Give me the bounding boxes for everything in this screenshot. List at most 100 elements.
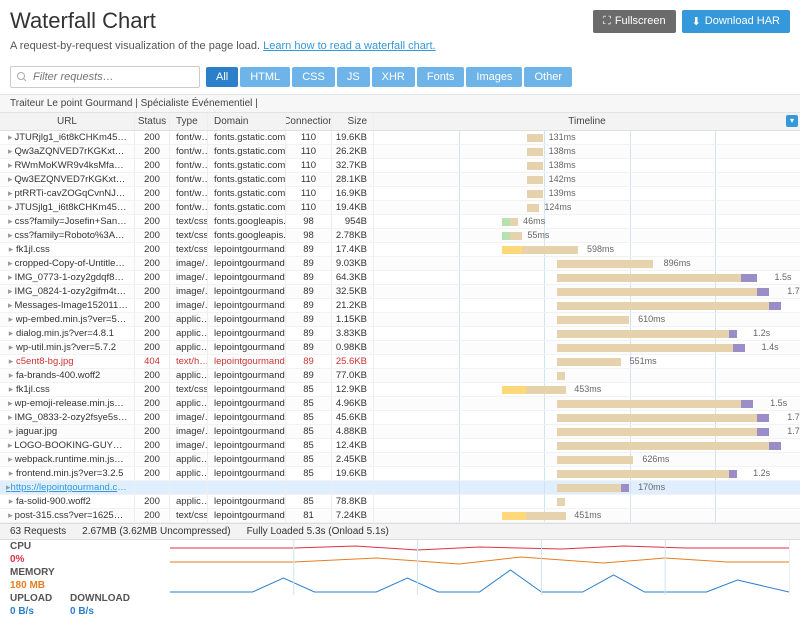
table-row[interactable]: ▸frontend.min.js?ver=3.2.5200applic…lepo… bbox=[0, 467, 800, 481]
table-row[interactable]: ▸c5ent8-bg.jpg404text/h…lepointgourmand.… bbox=[0, 355, 800, 369]
filter-xhr[interactable]: XHR bbox=[372, 67, 415, 87]
cell-type: text/css bbox=[170, 229, 208, 242]
expand-icon[interactable]: ▸ bbox=[6, 384, 16, 395]
expand-icon[interactable]: ▸ bbox=[6, 300, 14, 311]
cell-type: applic… bbox=[170, 369, 208, 382]
expand-icon[interactable]: ▸ bbox=[6, 454, 15, 465]
download-har-button[interactable]: ⬇ Download HAR bbox=[682, 10, 790, 33]
expand-icon[interactable]: ▸ bbox=[6, 188, 15, 199]
col-type[interactable]: Type bbox=[170, 113, 208, 130]
search-wrap bbox=[10, 66, 200, 88]
table-row[interactable]: ▸JTUSjlg1_i6t8kCHKm459Wlh…200font/w…font… bbox=[0, 201, 800, 215]
table-row[interactable]: ▸IMG_0824-1-ozy2gifm4tl5vcv…200image/…le… bbox=[0, 285, 800, 299]
expand-icon[interactable]: ▸ bbox=[6, 132, 14, 143]
table-row[interactable]: ▸fk1jl.css200text/csslepointgourmand.com… bbox=[0, 243, 800, 257]
timing-bar bbox=[502, 512, 566, 520]
cell-timeline: 1.8s bbox=[374, 439, 800, 452]
expand-icon[interactable]: ▸ bbox=[6, 342, 16, 353]
col-size[interactable]: Size bbox=[332, 113, 374, 130]
filter-other[interactable]: Other bbox=[524, 67, 572, 87]
timing-bar bbox=[557, 484, 629, 492]
expand-icon[interactable]: ▸ bbox=[6, 216, 15, 227]
chevron-down-icon[interactable]: ▾ bbox=[786, 115, 798, 127]
table-row[interactable]: ▸IMG_0773-1-ozy2gdqf8nib9b…200image/…lep… bbox=[0, 271, 800, 285]
cell-size: 3.83KB bbox=[332, 327, 374, 340]
expand-icon[interactable]: ▸ bbox=[6, 286, 15, 297]
expand-icon[interactable]: ▸ bbox=[6, 496, 16, 507]
col-status[interactable]: Status bbox=[135, 113, 170, 130]
cell-timeline: 598ms bbox=[374, 243, 800, 256]
col-domain[interactable]: Domain bbox=[208, 113, 286, 130]
expand-icon[interactable]: ▸ bbox=[6, 258, 15, 269]
expand-icon[interactable]: ▸ bbox=[6, 272, 15, 283]
cell-size: 9.03KB bbox=[332, 257, 374, 270]
expand-icon[interactable]: ▸ bbox=[6, 230, 14, 241]
timing-bar bbox=[557, 456, 633, 464]
table-row[interactable]: ▸IMG_0833-2-ozy2fsye5s04bq…200image/…lep… bbox=[0, 411, 800, 425]
fullscreen-button[interactable]: ⛶ Fullscreen bbox=[593, 10, 675, 33]
table-row[interactable]: ▸fk1jl.css200text/csslepointgourmand.com… bbox=[0, 383, 800, 397]
table-row[interactable]: ▸wp-util.min.js?ver=5.7.2200applic…lepoi… bbox=[0, 341, 800, 355]
col-timeline-label: Timeline bbox=[568, 116, 605, 127]
url-text: cropped-Copy-of-Untitled-1-1… bbox=[15, 258, 128, 269]
expand-icon[interactable]: ▸ bbox=[6, 510, 15, 521]
table-row[interactable]: ▸webpack.runtime.min.js?ver…200applic…le… bbox=[0, 453, 800, 467]
cell-domain bbox=[208, 481, 286, 494]
expand-icon[interactable]: ▸ bbox=[6, 244, 16, 255]
filter-html[interactable]: HTML bbox=[240, 67, 290, 87]
table-row[interactable]: ▸css?family=Roboto%3A100%…200text/cssfon… bbox=[0, 229, 800, 243]
col-connection[interactable]: Connection bbox=[286, 113, 332, 130]
cell-domain: lepointgourmand.com bbox=[208, 243, 286, 256]
expand-icon[interactable]: ▸ bbox=[6, 314, 16, 325]
table-row[interactable]: ▸JTURjlg1_i6t8kCHKm45_dJE…200font/w…font… bbox=[0, 131, 800, 145]
table-row[interactable]: ▸LOGO-BOOKING-GUYS-v2.png200image/…lepoi… bbox=[0, 439, 800, 453]
filter-css[interactable]: CSS bbox=[292, 67, 335, 87]
search-input[interactable] bbox=[10, 66, 200, 88]
table-row[interactable]: ▸ptRRTi-cavZOGqCvnNJDI5m…200font/w…fonts… bbox=[0, 187, 800, 201]
cell-url: ▸Messages-Image152011478?… bbox=[0, 299, 135, 312]
filter-all[interactable]: All bbox=[206, 67, 238, 87]
expand-icon[interactable]: ▸ bbox=[6, 174, 14, 185]
filter-images[interactable]: Images bbox=[466, 67, 522, 87]
cell-size: 17.4KB bbox=[332, 243, 374, 256]
table-row[interactable]: ▸css?family=Josefin+Sans%3…200text/cssfo… bbox=[0, 215, 800, 229]
expand-icon[interactable]: ▸ bbox=[6, 370, 16, 381]
url-text: frontend.min.js?ver=3.2.5 bbox=[16, 468, 123, 479]
table-row[interactable]: ▸Qw3aZQNVED7rKGKxtqlqX5…200font/w…fonts.… bbox=[0, 145, 800, 159]
col-url[interactable]: URL bbox=[0, 113, 135, 130]
table-row[interactable]: ▸https://lepointgourmand.com/wp-content/… bbox=[0, 481, 800, 495]
expand-icon[interactable]: ▸ bbox=[6, 468, 16, 479]
col-timeline[interactable]: Timeline ▾ bbox=[374, 113, 800, 130]
expand-icon[interactable]: ▸ bbox=[6, 146, 14, 157]
fullscreen-icon: ⛶ bbox=[603, 15, 611, 28]
table-row[interactable]: ▸cropped-Copy-of-Untitled-1-1…200image/…… bbox=[0, 257, 800, 271]
table-row[interactable]: ▸wp-emoji-release.min.js?ver=…200applic…… bbox=[0, 397, 800, 411]
filter-fonts[interactable]: Fonts bbox=[417, 67, 465, 87]
table-row[interactable]: ▸RWmMoKWR9v4ksMfaWd_J…200font/w…fonts.gs… bbox=[0, 159, 800, 173]
cell-url: ▸IMG_0833-2-ozy2fsye5s04bq… bbox=[0, 411, 135, 424]
expand-icon[interactable]: ▸ bbox=[6, 440, 14, 451]
expand-icon[interactable]: ▸ bbox=[6, 412, 14, 423]
expand-icon[interactable]: ▸ bbox=[6, 398, 15, 409]
table-row[interactable]: ▸post-315.css?ver=1625836761200text/cssl… bbox=[0, 509, 800, 523]
cell-status: 200 bbox=[135, 159, 170, 172]
table-row[interactable]: ▸jaguar.jpg200image/…lepointgourmand.com… bbox=[0, 425, 800, 439]
filter-js[interactable]: JS bbox=[337, 67, 370, 87]
table-row[interactable]: ▸Messages-Image152011478?…200image/…lepo… bbox=[0, 299, 800, 313]
expand-icon[interactable]: ▸ bbox=[6, 202, 15, 213]
table-row[interactable]: ▸fa-brands-400.woff2200applic…lepointgou… bbox=[0, 369, 800, 383]
table-row[interactable]: ▸wp-embed.min.js?ver=5.7.2200applic…lepo… bbox=[0, 313, 800, 327]
cell-timeline: 1.8s bbox=[374, 299, 800, 312]
table-row[interactable]: ▸dialog.min.js?ver=4.8.1200applic…lepoin… bbox=[0, 327, 800, 341]
timing-bar bbox=[557, 414, 769, 422]
table-row[interactable]: ▸fa-solid-900.woff2200applic…lepointgour… bbox=[0, 495, 800, 509]
learn-link[interactable]: Learn how to read a waterfall chart. bbox=[263, 40, 435, 52]
expand-icon[interactable]: ▸ bbox=[6, 426, 16, 437]
timing-label: 626ms bbox=[642, 454, 669, 464]
table-row[interactable]: ▸Qw3EZQNVED7rKGKxtqlqX5…200font/w…fonts.… bbox=[0, 173, 800, 187]
timing-bar bbox=[557, 400, 753, 408]
expand-icon[interactable]: ▸ bbox=[6, 328, 16, 339]
cell-size: 19.4KB bbox=[332, 201, 374, 214]
expand-icon[interactable]: ▸ bbox=[6, 356, 16, 367]
expand-icon[interactable]: ▸ bbox=[6, 160, 15, 171]
